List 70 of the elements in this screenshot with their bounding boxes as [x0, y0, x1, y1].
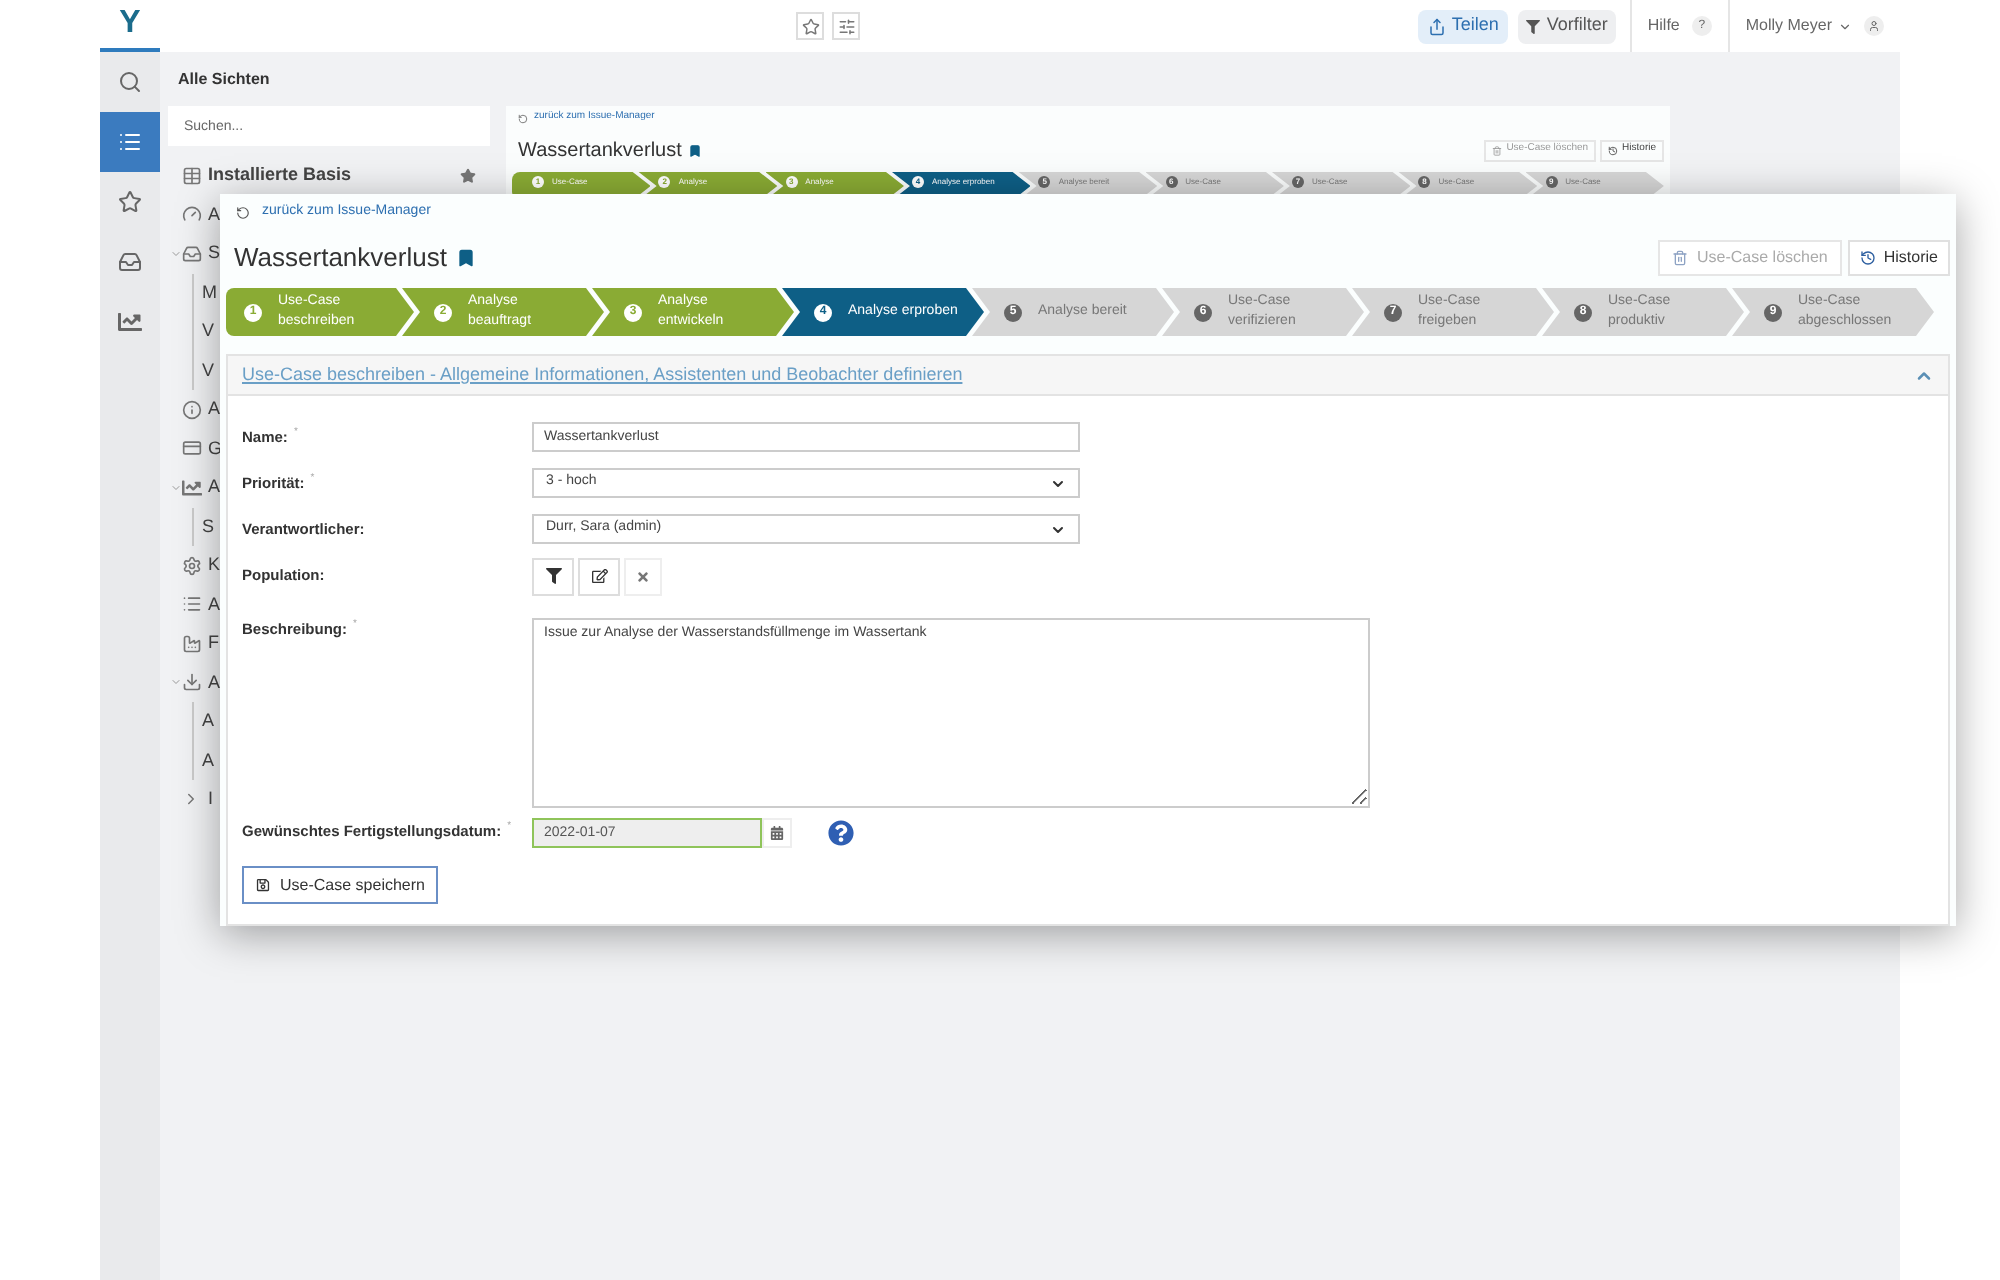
sidebar-title: Alle Sichten — [178, 67, 270, 91]
filter-icon — [545, 568, 561, 584]
clear-button[interactable] — [624, 557, 662, 595]
view-icon — [182, 165, 202, 186]
sliders-button[interactable] — [832, 12, 861, 40]
close-icon — [636, 569, 650, 583]
sidebar-item[interactable]: A — [208, 474, 221, 501]
help-icon[interactable] — [828, 819, 854, 845]
favorite-button[interactable] — [796, 12, 825, 40]
sidebar-item[interactable]: A — [202, 708, 215, 735]
back-icon — [518, 113, 528, 123]
bookmark-icon[interactable] — [687, 143, 702, 157]
caret-icon[interactable] — [182, 790, 200, 809]
back-icon — [236, 206, 250, 220]
history-button[interactable]: Historie — [1847, 239, 1950, 275]
view-title: Wassertankverlust — [234, 239, 447, 276]
view-icon — [182, 399, 202, 420]
sliders-icon — [837, 17, 856, 35]
view-icon — [182, 477, 202, 498]
caret-icon — [1838, 19, 1852, 33]
sidebar-item[interactable]: A — [208, 396, 221, 423]
calendar-button[interactable] — [762, 817, 792, 847]
sidebar-item[interactable]: V — [202, 318, 215, 345]
save-icon — [256, 878, 270, 892]
history-icon — [1859, 249, 1876, 265]
share-icon — [1427, 17, 1446, 35]
sidebar-item[interactable]: F — [208, 630, 219, 657]
sidebar-item[interactable]: S — [202, 513, 215, 540]
sidebar-item[interactable]: K — [208, 552, 221, 579]
dropdown-icon — [1050, 475, 1066, 491]
view-title: Wassertankverlust — [518, 137, 682, 165]
sidebar-item[interactable]: M — [202, 279, 217, 306]
filter-button[interactable] — [532, 557, 574, 595]
history-icon — [1608, 145, 1619, 155]
view-icon — [182, 438, 202, 459]
sidebar-item[interactable]: Installierte Basis — [208, 162, 352, 189]
sidebar-item[interactable]: A — [208, 591, 221, 618]
dropdown-icon — [1050, 521, 1066, 537]
sidebar-item[interactable]: A — [208, 201, 221, 228]
sidebar-item[interactable]: A — [202, 747, 215, 774]
sidebar-item[interactable]: V — [202, 357, 215, 384]
view-icon — [182, 555, 202, 576]
view-icon — [182, 594, 202, 615]
trash-icon — [1671, 249, 1687, 265]
bookmark-icon[interactable] — [456, 247, 477, 267]
sidebar-item[interactable]: I — [208, 786, 214, 813]
star-icon — [118, 190, 142, 214]
sidebar-item[interactable]: A — [208, 669, 221, 696]
edit-icon — [591, 568, 607, 584]
prefilter-button[interactable]: Vorfilter — [1518, 9, 1616, 43]
search-icon — [118, 70, 142, 94]
rail-item[interactable] — [100, 112, 160, 172]
inbox-icon — [118, 250, 142, 274]
share-button[interactable]: Teilen — [1417, 9, 1509, 43]
favorite-star-icon[interactable] — [460, 167, 476, 184]
save-button[interactable]: Use-Case speichern — [242, 866, 439, 904]
view-icon — [182, 672, 202, 693]
trash-icon — [1492, 145, 1503, 155]
user-menu[interactable]: Molly Meyer — [1729, 14, 1900, 38]
logo[interactable]: Y — [119, 8, 141, 40]
calendar-icon — [770, 825, 784, 839]
star-icon — [801, 17, 820, 35]
sidebar-item[interactable]: S — [208, 240, 221, 267]
view-icon — [182, 243, 202, 264]
edit-button[interactable] — [578, 557, 620, 595]
view-icon — [182, 633, 202, 654]
view-icon — [182, 204, 202, 225]
user-icon — [1864, 16, 1884, 36]
line-chart-icon — [118, 310, 142, 334]
filter-icon — [1526, 19, 1541, 33]
